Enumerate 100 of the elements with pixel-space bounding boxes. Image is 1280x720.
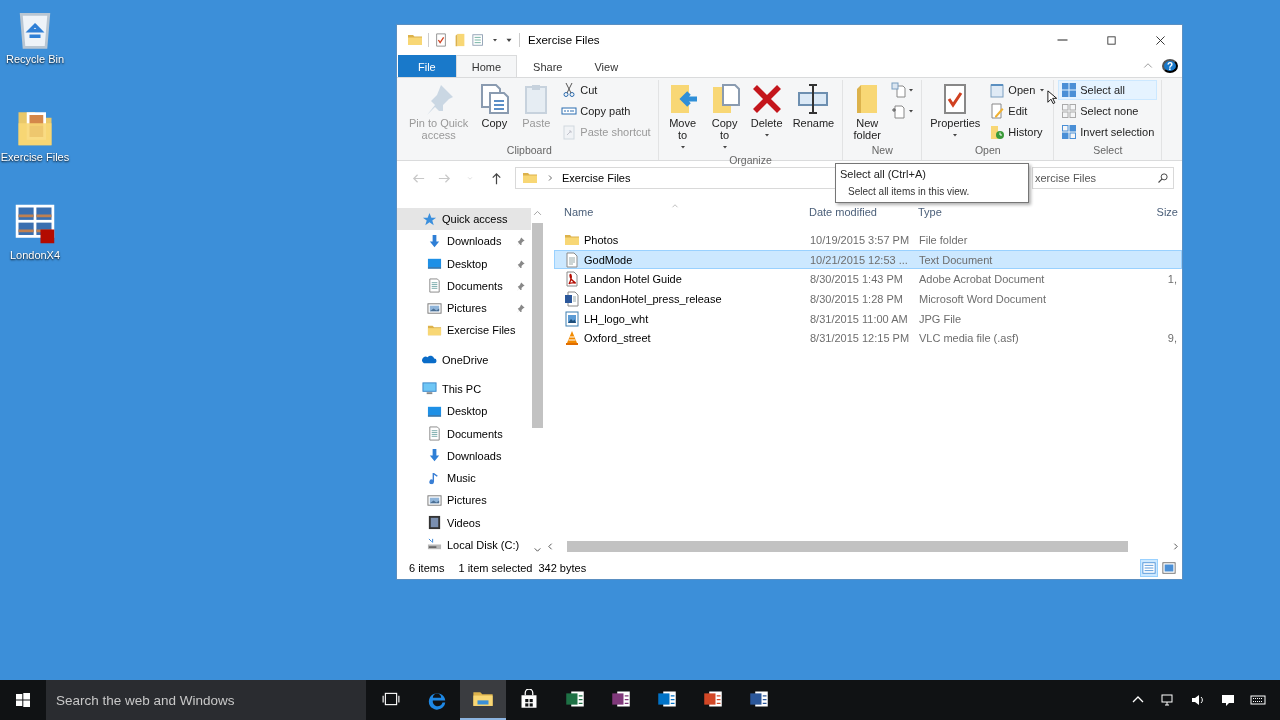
ribbon-button[interactable]: Copy to <box>704 80 745 154</box>
caret-icon <box>907 107 916 115</box>
column-header[interactable]: Name <box>544 205 806 218</box>
date-cell-text: 10/21/2015 12:53 ... <box>809 253 909 266</box>
ribbon-button[interactable]: Select none <box>1058 101 1158 121</box>
ribbon-button[interactable]: Edit <box>986 101 1050 121</box>
text-file-icon <box>564 251 580 268</box>
ribbon-button[interactable]: Open <box>986 80 1050 100</box>
tooltip-text: Select all items in this view. <box>847 186 971 197</box>
ribbon-button[interactable]: Move to <box>662 80 703 154</box>
column-header[interactable]: Size <box>1148 205 1182 218</box>
nav-item[interactable]: Desktop <box>397 400 531 423</box>
file-row[interactable]: LH_logo_wht 8/31/2015 11:00 AM JPG File <box>554 308 1182 329</box>
nav-item[interactable]: Videos <box>397 511 531 534</box>
nav-item[interactable]: Pictures <box>397 489 531 512</box>
date-cell-text: 8/31/2015 11:00 AM <box>809 312 909 325</box>
ribbon-button[interactable]: Delete <box>746 80 787 142</box>
file-row[interactable]: Landon Hotel Guide 8/30/2015 1:43 PM Adobe Acrobat Document 1, <box>554 269 1182 290</box>
nav-item[interactable]: OneDrive <box>397 348 531 371</box>
help-button[interactable]: ? <box>1162 59 1178 73</box>
ribbon-button[interactable]: Select all <box>1058 80 1158 100</box>
file-row[interactable]: Photos 10/19/2015 3:57 PM File folder <box>554 230 1182 250</box>
nav-item[interactable]: Downloads <box>397 444 531 467</box>
close-icon <box>1154 33 1167 47</box>
ribbon-button[interactable]: Copy <box>474 80 515 132</box>
maximize-icon <box>1105 33 1118 47</box>
list-icon <box>472 33 486 47</box>
scrollbar-thumb[interactable] <box>532 223 543 428</box>
nav-item[interactable]: Quick access <box>397 208 531 231</box>
file-row[interactable]: GodMode 10/21/2015 12:53 ... Text Document <box>554 249 1182 270</box>
taskbar-search-field[interactable]: Search the web and Windows <box>46 680 366 720</box>
chevron-icon <box>546 174 554 182</box>
nav-item[interactable]: Pictures <box>397 297 531 320</box>
nav-item[interactable]: Documents <box>397 422 531 445</box>
ribbon-button[interactable]: Properties <box>926 80 985 142</box>
column-header[interactable]: Date modified <box>806 205 918 218</box>
file-name: LandonHotel_press_release <box>584 292 722 305</box>
type-cell-text: VLC media file (.asf) <box>919 332 1020 345</box>
type-cell-text: JPG File <box>919 312 963 325</box>
folder-icon <box>407 32 423 48</box>
notepad-icon <box>989 82 1006 98</box>
group-label: Organize <box>728 154 773 166</box>
folder-icon <box>453 33 467 47</box>
desktop-icon <box>427 256 442 272</box>
ribbon-button[interactable]: Invert selection <box>1058 122 1158 142</box>
nav-item[interactable]: Local Disk (C:) <box>397 533 531 556</box>
ribbon-button[interactable]: New folder <box>847 80 888 144</box>
document-icon <box>427 278 442 294</box>
ribbon-tab[interactable]: Home <box>455 55 518 77</box>
shopping-bag-icon <box>519 689 539 709</box>
minimize-icon <box>1057 39 1068 41</box>
file-tab[interactable]: File <box>398 55 456 77</box>
column-header[interactable]: Type <box>918 205 1148 218</box>
traffic-cone-icon <box>564 330 580 347</box>
nav-item[interactable]: This PC <box>397 377 531 401</box>
ribbon-button[interactable]: Copy path <box>558 101 654 121</box>
nav-item[interactable]: Exercise Files <box>397 319 531 342</box>
nav-item[interactable]: Documents <box>397 274 531 298</box>
item-count: 6 items <box>409 561 445 574</box>
ribbon-button[interactable]: Rename <box>788 80 839 132</box>
pdf-thumbnail-icon <box>13 202 57 246</box>
pencil-icon <box>989 103 1006 119</box>
ribbon-button[interactable]: History <box>986 122 1050 142</box>
date-cell-text: 8/30/2015 1:28 PM <box>809 292 904 305</box>
image-file-icon <box>564 310 580 327</box>
search-field[interactable]: xercise Files <box>1032 167 1174 189</box>
file-row[interactable]: LandonHotel_press_release 8/30/2015 1:28 PM Microsoft Word Document <box>554 289 1182 309</box>
copy-icon <box>478 83 511 115</box>
address-path[interactable]: Exercise Files <box>562 172 631 184</box>
grid-icon <box>1061 103 1078 119</box>
search-placeholder: xercise Files <box>1035 172 1097 184</box>
group-label: New <box>870 144 894 158</box>
nav-item[interactable]: Music <box>397 466 531 490</box>
page-icon <box>891 103 908 119</box>
document-icon <box>427 426 442 441</box>
rename-icon <box>797 83 830 115</box>
file-row[interactable]: Oxford_street 8/31/2015 12:15 PM VLC media file (.asf) 9, <box>554 328 1182 349</box>
file-name: LH_logo_wht <box>584 312 649 325</box>
caret-icon <box>951 131 960 139</box>
nav-item[interactable]: Downloads <box>397 230 531 253</box>
taskbar-app-button[interactable] <box>460 680 506 720</box>
ribbon-tab[interactable]: Share <box>517 55 579 77</box>
date-cell-text: 8/30/2015 1:43 PM <box>809 273 904 286</box>
star-icon <box>422 211 437 227</box>
date-cell-text: 10/19/2015 3:57 PM <box>809 233 911 246</box>
group-label: Open <box>973 144 1002 158</box>
caret-icon <box>762 131 771 139</box>
view-button[interactable] <box>1140 558 1158 577</box>
pdf-file-icon <box>564 271 580 288</box>
history-icon <box>989 124 1006 140</box>
scrollbar-thumb[interactable] <box>567 541 1128 552</box>
details-view-icon <box>1142 560 1156 575</box>
ribbon-tab[interactable]: View <box>578 55 635 77</box>
computer-icon <box>422 381 437 397</box>
folder-icon <box>522 170 538 186</box>
ribbon-button[interactable]: Cut <box>558 80 654 100</box>
nav-item[interactable]: Desktop <box>397 252 531 275</box>
type-cell-text: Adobe Acrobat Document <box>919 273 1046 286</box>
grid-icon <box>1061 124 1078 140</box>
chevron-down-icon <box>533 545 542 554</box>
